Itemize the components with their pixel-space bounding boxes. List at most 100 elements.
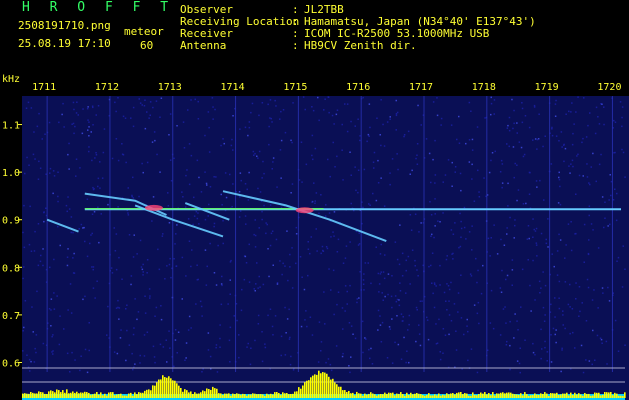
noise-dot bbox=[521, 121, 524, 124]
noise-dot bbox=[341, 149, 343, 151]
noise-dot bbox=[126, 329, 128, 332]
noise-dot bbox=[70, 231, 72, 234]
histogram-bar bbox=[588, 393, 590, 398]
noise-dot bbox=[544, 284, 547, 287]
noise-dot bbox=[119, 337, 122, 339]
noise-dot bbox=[56, 295, 58, 297]
noise-dot bbox=[432, 101, 435, 103]
histogram-bar bbox=[560, 394, 562, 398]
histogram-bar bbox=[120, 393, 122, 398]
noise-dot bbox=[327, 358, 330, 360]
x-tick-label: 1711 bbox=[32, 82, 56, 93]
noise-dot bbox=[125, 359, 127, 362]
histogram-bar bbox=[602, 394, 604, 398]
histogram-bar bbox=[370, 392, 372, 398]
noise-dot bbox=[593, 289, 595, 291]
noise-dot bbox=[42, 264, 44, 267]
noise-dot bbox=[134, 363, 136, 365]
noise-dot bbox=[280, 139, 283, 142]
noise-dot bbox=[429, 201, 431, 203]
noise-dot bbox=[433, 282, 436, 284]
noise-dot bbox=[530, 310, 532, 312]
noise-dot bbox=[261, 360, 264, 363]
noise-dot bbox=[213, 222, 216, 225]
noise-dot bbox=[232, 149, 234, 151]
noise-dot bbox=[162, 346, 165, 348]
noise-dot bbox=[443, 291, 446, 294]
histogram-bar bbox=[122, 395, 124, 398]
noise-dot bbox=[332, 269, 335, 272]
noise-dot bbox=[382, 271, 385, 273]
noise-dot bbox=[314, 147, 317, 150]
noise-dot bbox=[362, 206, 364, 209]
histogram-bar bbox=[432, 395, 434, 398]
noise-dot bbox=[33, 250, 36, 252]
noise-dot bbox=[389, 116, 391, 118]
noise-dot bbox=[603, 123, 605, 126]
noise-dot bbox=[48, 308, 51, 310]
noise-dot bbox=[257, 314, 260, 317]
histogram-bar bbox=[82, 392, 84, 398]
histogram-bar bbox=[508, 392, 510, 398]
noise-dot bbox=[103, 128, 106, 130]
noise-dot bbox=[377, 159, 379, 162]
noise-dot bbox=[240, 309, 243, 312]
noise-dot bbox=[451, 253, 453, 255]
noise-dot bbox=[52, 353, 54, 355]
noise-dot bbox=[36, 125, 39, 128]
histogram-bar bbox=[182, 391, 184, 398]
noise-dot bbox=[552, 327, 555, 330]
noise-dot bbox=[49, 172, 51, 174]
histogram-bar bbox=[130, 392, 132, 398]
noise-dot bbox=[471, 163, 473, 166]
noise-dot bbox=[358, 232, 360, 234]
noise-dot bbox=[336, 155, 338, 158]
noise-dot bbox=[500, 159, 503, 162]
noise-dot bbox=[72, 231, 74, 234]
noise-dot bbox=[588, 239, 590, 241]
noise-dot bbox=[279, 149, 282, 151]
noise-dot bbox=[152, 196, 155, 198]
noise-dot bbox=[91, 213, 94, 215]
noise-dot bbox=[222, 242, 224, 245]
noise-dot bbox=[144, 312, 147, 314]
noise-dot bbox=[58, 343, 61, 346]
noise-dot bbox=[439, 221, 441, 223]
noise-dot bbox=[480, 292, 483, 295]
histogram-bar bbox=[202, 390, 204, 398]
noise-dot bbox=[588, 360, 591, 362]
histogram-bar bbox=[424, 395, 426, 398]
noise-dot bbox=[259, 286, 261, 288]
noise-dot bbox=[575, 232, 577, 235]
noise-dot bbox=[136, 253, 138, 255]
noise-dot bbox=[287, 279, 289, 282]
noise-dot bbox=[197, 118, 200, 120]
noise-dot bbox=[558, 307, 561, 310]
noise-dot bbox=[446, 283, 448, 285]
noise-dot bbox=[299, 256, 302, 258]
noise-dot bbox=[555, 329, 557, 331]
histogram-bar bbox=[174, 380, 176, 398]
noise-dot bbox=[535, 242, 538, 244]
noise-dot bbox=[512, 146, 515, 148]
noise-dot bbox=[356, 301, 358, 304]
noise-dot bbox=[582, 371, 585, 374]
noise-dot bbox=[333, 313, 335, 316]
histogram-bar bbox=[536, 394, 538, 398]
noise-dot bbox=[396, 153, 398, 155]
noise-dot bbox=[276, 282, 279, 284]
histogram-bar bbox=[410, 392, 412, 398]
noise-dot bbox=[58, 121, 60, 124]
noise-dot bbox=[233, 315, 235, 317]
noise-dot bbox=[88, 322, 90, 324]
noise-dot bbox=[499, 287, 502, 289]
noise-dot bbox=[254, 234, 257, 237]
noise-dot bbox=[275, 105, 277, 107]
noise-dot bbox=[148, 117, 150, 119]
noise-dot bbox=[540, 232, 543, 235]
noise-dot bbox=[67, 248, 69, 250]
noise-dot bbox=[506, 340, 508, 343]
noise-dot bbox=[132, 125, 135, 128]
noise-dot bbox=[435, 323, 437, 325]
noise-dot bbox=[267, 103, 269, 106]
